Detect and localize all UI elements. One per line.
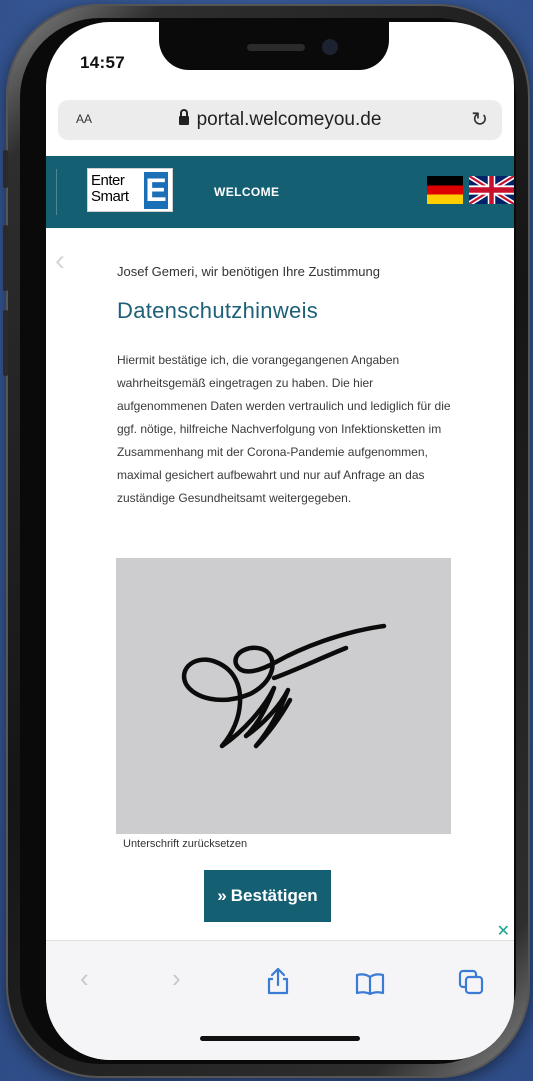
share-svg <box>267 967 289 995</box>
mute-switch <box>3 150 8 188</box>
front-camera <box>322 39 338 55</box>
forward-icon[interactable]: › <box>172 963 181 994</box>
notch <box>159 22 389 70</box>
url-text: portal.welcomeyou.de <box>196 109 382 130</box>
uk-flag-svg <box>469 176 514 204</box>
volume-up-button <box>3 225 8 291</box>
german-flag-icon[interactable] <box>427 176 463 204</box>
signature-drawing <box>181 623 387 749</box>
speaker <box>247 44 305 51</box>
address-bar[interactable]: AA portal.welcomeyou.de ↻ <box>58 100 502 140</box>
logo-text-line1: Enter <box>91 172 125 189</box>
double-chevron-right-icon: » <box>217 886 227 905</box>
lock-icon <box>178 109 189 125</box>
back-icon[interactable]: ‹ <box>80 963 89 994</box>
reload-icon[interactable]: ↻ <box>471 107 488 132</box>
phone-screen: 14:57 AA portal.welcomeyou.de ↻ Enter Sm… <box>46 22 514 1060</box>
share-icon[interactable] <box>266 967 290 1002</box>
nav-welcome-link[interactable]: WELCOME <box>214 185 279 199</box>
close-icon[interactable]: ✕ <box>497 921 510 941</box>
bookmarks-svg <box>355 973 385 996</box>
status-time: 14:57 <box>80 53 125 72</box>
browser-toolbar: ‹ › <box>46 940 514 1060</box>
logo-text: Enter Smart <box>91 173 129 205</box>
confirm-button[interactable]: » Bestätigen <box>204 870 331 922</box>
site-header: Enter Smart E WELCOME <box>46 156 514 228</box>
logo-e-mark: E <box>144 172 168 209</box>
entersmart-logo[interactable]: Enter Smart E <box>87 168 173 212</box>
chevron-left-icon[interactable]: ‹ <box>55 244 65 278</box>
tabs-svg <box>458 969 484 995</box>
header-divider <box>56 169 57 215</box>
page-title: Datenschutzhinweis <box>117 298 319 323</box>
privacy-notice-text: Hiermit bestätige ich, die vorangegangen… <box>117 353 451 505</box>
reset-signature-link[interactable]: Unterschrift zurücksetzen <box>123 838 247 850</box>
home-indicator[interactable] <box>200 1036 360 1041</box>
confirm-button-label: Bestätigen <box>230 886 318 905</box>
url-field[interactable]: portal.welcomeyou.de <box>58 109 502 131</box>
uk-flag-icon[interactable] <box>469 176 514 204</box>
volume-down-button <box>3 310 8 376</box>
bookmarks-icon[interactable] <box>355 971 385 1002</box>
signature-pad[interactable] <box>116 558 451 834</box>
tabs-icon[interactable] <box>458 969 484 1002</box>
logo-text-line2: Smart <box>91 188 129 205</box>
consent-request-text: Josef Gemeri, wir benötigen Ihre Zustimm… <box>117 264 380 279</box>
